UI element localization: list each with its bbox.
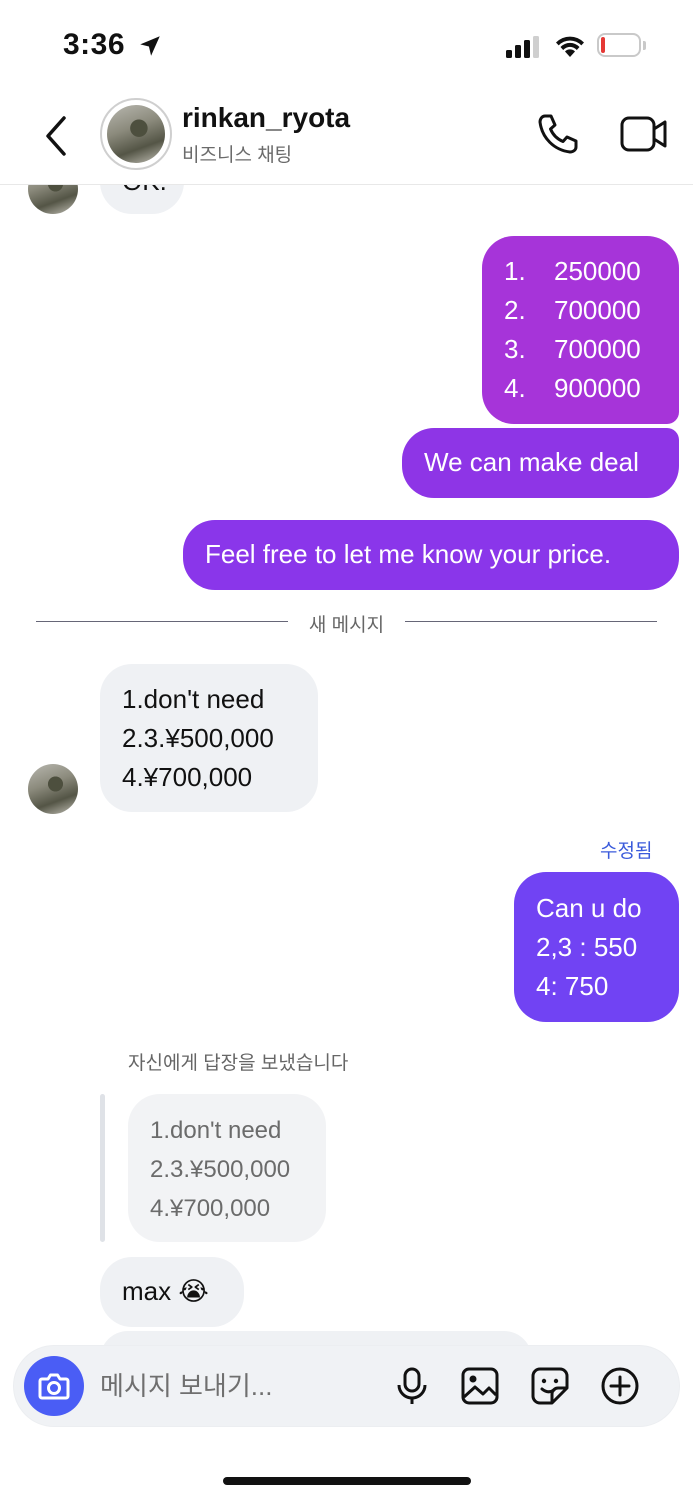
price-list-item: 2. 700000 [504,291,679,330]
message-bubble-incoming[interactable]: max 😭 [100,1257,244,1327]
divider-line-right [405,621,657,622]
sender-avatar[interactable] [28,764,78,814]
plus-icon[interactable] [600,1366,640,1406]
message-text: We can make deal [424,447,639,477]
video-call-icon[interactable] [620,114,668,154]
price-list-value: 900000 [554,373,641,403]
message-line: Can u do [536,893,642,923]
message-line: 4: 750 [536,971,609,1001]
price-list-item: 4. 900000 [504,369,679,408]
message-line: 2.3.¥500,000 [122,723,274,753]
price-list-value: 700000 [554,295,641,325]
battery-percent: 8 [614,34,624,53]
gallery-icon[interactable] [460,1366,500,1406]
profile-avatar[interactable] [100,98,172,170]
status-time: 3:36 [63,28,126,61]
message-text: max [122,1276,172,1306]
price-list-number: 4. [504,373,526,403]
message-bubble-outgoing[interactable]: Feel free to let me know your price. [183,520,679,590]
avatar-image [107,105,165,163]
camera-button[interactable] [24,1356,84,1416]
message-input[interactable]: 메시지 보내기... [100,1366,272,1403]
message-bubble-outgoing[interactable]: We can make deal [402,428,679,498]
camera-icon [38,1373,70,1400]
message-text: Feel free to let me know your price. [205,539,612,569]
quoted-line: 4.¥700,000 [150,1195,271,1222]
call-icon[interactable] [536,112,580,156]
quoted-line: 2.3.¥500,000 [150,1156,291,1183]
crying-emoji: 😭 [178,1276,209,1306]
chat-subtitle: 비즈니스 채팅 [182,145,293,166]
price-list-number: 1. [504,256,526,286]
price-list-item: 1. 250000 [504,252,679,291]
signal-icon [506,36,539,58]
message-line: 2,3 : 550 [536,932,638,962]
message-line: 4.¥700,000 [122,762,253,792]
price-list-item: 3. 700000 [504,330,679,369]
new-messages-divider: 새 메시지 [308,615,385,636]
message-bubble-outgoing[interactable]: Can u do 2,3 : 550 4: 750 [514,872,679,1022]
wifi-icon [556,36,584,57]
microphone-icon[interactable] [392,1366,432,1406]
quoted-line: 1.don't need [150,1117,282,1144]
back-icon[interactable] [42,114,72,158]
quoted-message[interactable]: 1.don't need 2.3.¥500,000 4.¥700,000 [128,1094,326,1242]
location-arrow-icon [140,36,160,56]
price-list-value: 700000 [554,334,641,364]
battery-icon: 8 [597,33,647,59]
reply-quote-bar [100,1094,105,1242]
reply-note: 자신에게 답장을 보냈습니다 [128,1053,349,1074]
edited-label[interactable]: 수정됨 [600,836,652,863]
message-composer: 메시지 보내기... [14,1346,679,1426]
price-list-number: 2. [504,295,526,325]
price-list-number: 3. [504,334,526,364]
message-line: 1.don't need [122,684,265,714]
price-list: 1. 250000 2. 700000 3. 700000 4. 900000 [504,252,679,408]
price-list-value: 250000 [554,256,641,286]
sticker-icon[interactable] [530,1366,570,1406]
home-indicator[interactable] [223,1477,471,1485]
message-bubble-outgoing[interactable]: 1. 250000 2. 700000 3. 700000 4. 900000 [482,236,679,424]
message-bubble-incoming[interactable]: 1.don't need 2.3.¥500,000 4.¥700,000 [100,664,318,812]
chat-username[interactable]: rinkan_ryota [182,102,350,134]
chat-header: rinkan_ryota 비즈니스 채팅 [0,88,693,185]
